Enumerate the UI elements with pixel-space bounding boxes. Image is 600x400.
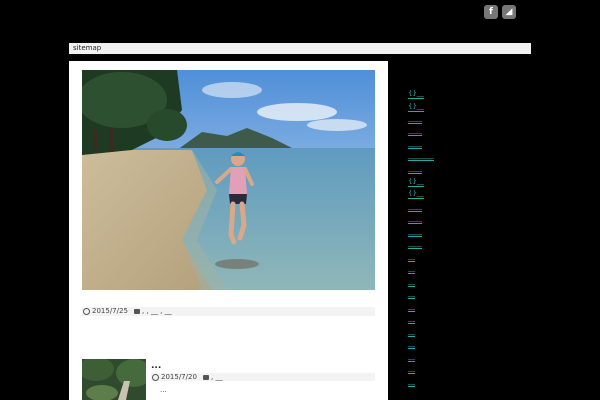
sidebar-link[interactable]: __ <box>408 290 415 299</box>
sidebar-link[interactable]: ____ <box>408 203 422 212</box>
sidebar-link[interactable]: __ <box>408 328 415 337</box>
sidebar-link[interactable]: __ <box>408 353 415 362</box>
post-item: ... 2015/7/20 , __ ... <box>82 359 375 400</box>
post-title[interactable]: ... <box>151 361 161 371</box>
sidebar-link[interactable]: ____ <box>408 215 422 224</box>
post-categories-text[interactable]: , __ <box>211 373 222 381</box>
clock-icon <box>83 308 90 315</box>
folder-icon <box>134 309 140 314</box>
sidebar-link[interactable]: ________ <box>408 152 434 161</box>
post-excerpt: ... <box>160 386 167 394</box>
feedly-icon[interactable]: f <box>484 5 498 19</box>
sidebar-link[interactable]: ____ <box>408 115 422 124</box>
sidebar-link[interactable]: __ <box>408 265 415 274</box>
sidebar-link[interactable]: __ <box>408 303 415 312</box>
beach-photo <box>82 70 375 290</box>
sidebar-link[interactable]: ____ <box>408 240 422 249</box>
sidebar-link[interactable]: ____ <box>408 127 422 136</box>
nav-sitemap-link[interactable]: sitemap <box>73 43 101 54</box>
sidebar-link[interactable]: __ <box>408 340 415 349</box>
rss-icon[interactable]: ◢ <box>502 5 516 19</box>
sidebar-link[interactable]: ____ <box>408 165 422 174</box>
main-content: 2015/7/25 , , __ , __ ... 2015/7/20 , __… <box>69 61 388 400</box>
social-icons: f ◢ <box>484 5 516 19</box>
nav-bar: sitemap <box>69 43 531 54</box>
sidebar-link[interactable]: {}__ <box>408 90 424 99</box>
sidebar-link[interactable]: __ <box>408 278 415 287</box>
post-thumbnail[interactable] <box>82 359 146 400</box>
sidebar-link[interactable]: {}__ <box>408 190 424 199</box>
post-categories[interactable]: , __ <box>203 373 222 381</box>
sidebar-link[interactable]: {}__ <box>408 103 424 112</box>
post-meta: 2015/7/20 , __ <box>151 373 375 381</box>
sidebar-link[interactable]: __ <box>408 315 415 324</box>
sidebar-link[interactable]: {}__ <box>408 178 424 187</box>
sidebar-link[interactable]: __ <box>408 365 415 374</box>
post-date-text: 2015/7/25 <box>92 307 128 315</box>
sidebar-link[interactable]: ____ <box>408 140 422 149</box>
post-date: 2015/7/20 <box>152 373 197 381</box>
post-categories-text[interactable]: , , __ , __ <box>142 307 172 316</box>
folder-icon <box>203 374 209 380</box>
sidebar-link[interactable]: ____ <box>408 228 422 237</box>
sidebar-link[interactable]: __ <box>408 253 415 262</box>
clock-icon <box>152 373 159 381</box>
post-categories[interactable]: , , __ , __ <box>134 307 172 316</box>
post-date-text: 2015/7/20 <box>161 373 197 381</box>
sidebar-link[interactable]: __ <box>408 378 415 387</box>
post-meta: 2015/7/25 , , __ , __ <box>82 307 375 316</box>
post-featured-image[interactable] <box>82 70 375 290</box>
post-date: 2015/7/25 <box>83 307 128 316</box>
garden-photo <box>82 359 146 400</box>
